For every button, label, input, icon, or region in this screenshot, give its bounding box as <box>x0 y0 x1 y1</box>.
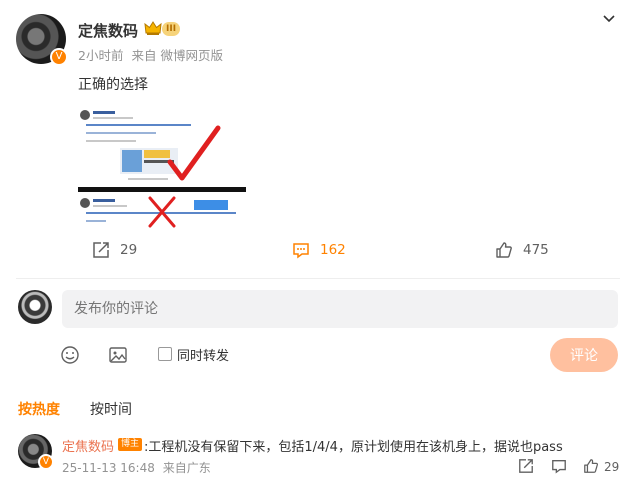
author-tag: 博主 <box>118 438 143 451</box>
verified-icon: V <box>50 48 68 66</box>
forward-label[interactable]: 同时转发 <box>177 345 229 364</box>
like-count: 475 <box>523 242 549 258</box>
comment-icon <box>293 243 309 259</box>
post-meta: 2小时前 来自 微博网页版 <box>78 45 227 64</box>
emoji-icon[interactable] <box>60 345 80 365</box>
submit-comment-button[interactable]: 评论 <box>550 338 618 372</box>
chevron-down-icon[interactable] <box>602 12 616 26</box>
comment-input[interactable] <box>62 290 618 328</box>
post-source: 微博网页版 <box>160 48 223 63</box>
like-icon <box>496 242 512 258</box>
post-author[interactable]: 定焦数码 <box>78 20 138 41</box>
comment-like-icon[interactable] <box>583 458 599 474</box>
image-icon[interactable] <box>108 345 128 365</box>
current-user-avatar <box>18 290 52 324</box>
sort-by-hot[interactable]: 按热度 <box>18 399 60 419</box>
comment-like-count: 29 <box>604 460 620 474</box>
comment-location: 来自广东 <box>162 461 211 475</box>
comment-date: 25-11-13 16:48 <box>62 461 155 475</box>
comment-text: :工程机没有保留下来，包括1/4/4，原计划使用在该机身上，据说也pass <box>144 440 563 455</box>
repost-button[interactable]: 29 <box>92 238 137 262</box>
comment-repost-icon[interactable] <box>518 458 534 474</box>
post-image[interactable] <box>78 106 246 230</box>
like-button[interactable]: 475 <box>495 238 549 262</box>
forward-checkbox[interactable] <box>158 347 172 361</box>
comment-count: 162 <box>320 242 346 258</box>
verified-icon: V <box>38 454 54 470</box>
post-time[interactable]: 2小时前 <box>78 48 123 63</box>
sort-by-time[interactable]: 按时间 <box>90 399 132 419</box>
post-image-graphic <box>78 110 246 228</box>
level-badge: III <box>162 22 181 36</box>
repost-icon <box>93 242 109 258</box>
crown-icon <box>144 21 162 35</box>
comment-button[interactable]: 162 <box>292 238 346 262</box>
comment-reply-icon[interactable] <box>551 458 567 474</box>
comment-meta: 25-11-13 16:48 来自广东 <box>62 459 215 476</box>
comment-author[interactable]: 定焦数码 <box>62 436 114 455</box>
post-text: 正确的选择 <box>78 77 148 93</box>
repost-count: 29 <box>120 242 138 258</box>
source-prefix: 来自 <box>131 48 157 63</box>
divider <box>16 278 620 279</box>
